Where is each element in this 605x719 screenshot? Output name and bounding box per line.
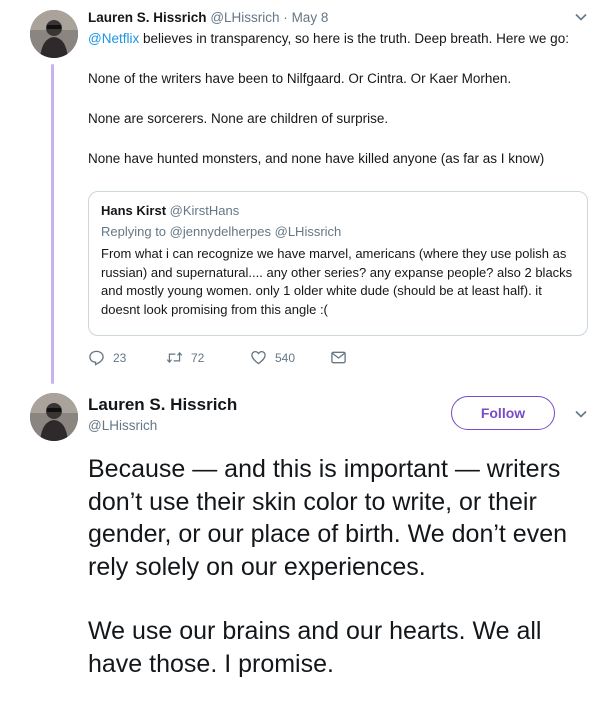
- tweet-text: Because — and this is important — writer…: [88, 453, 593, 712]
- avatar[interactable]: [30, 393, 78, 441]
- author-handle[interactable]: @LHissrich: [210, 10, 279, 25]
- like-button[interactable]: 540: [250, 349, 330, 366]
- reply-count: 23: [113, 350, 127, 365]
- chevron-down-icon[interactable]: [574, 407, 588, 424]
- avatar-image: [30, 393, 78, 441]
- tweet-paragraph: None have hunted monsters, and none have…: [88, 151, 545, 166]
- tweet-paragraph: None are sorcerers. None are children of…: [88, 111, 389, 126]
- author-handle[interactable]: @LHissrich: [88, 418, 157, 433]
- replying-to: Replying to @jennydelherpes @LHissrich: [101, 224, 342, 239]
- direct-message-button[interactable]: [330, 349, 347, 366]
- tweet-line-1-text: believes in transparency, so here is the…: [139, 31, 569, 46]
- retweet-button[interactable]: 72: [166, 349, 250, 366]
- retweet-icon: [166, 351, 183, 364]
- retweet-count: 72: [191, 350, 205, 365]
- thread-line: [51, 64, 54, 384]
- direct-message-icon: [331, 351, 346, 364]
- separator: ·: [283, 10, 288, 25]
- tweet-actions: 23 72 540: [88, 349, 347, 366]
- author-name[interactable]: Lauren S. Hissrich: [88, 10, 207, 25]
- tweet-paragraph: Because — and this is important — writer…: [88, 455, 568, 581]
- tweet-paragraph: None of the writers have been to Nilfgaa…: [88, 71, 512, 86]
- like-count: 540: [275, 350, 296, 365]
- quoted-text: From what i can recognize we have marvel…: [101, 246, 573, 317]
- quoted-author-name: Hans Kirst: [101, 203, 167, 218]
- tweet-header: Lauren S. Hissrich @LHissrich · May 8: [88, 10, 328, 25]
- author-name[interactable]: Lauren S. Hissrich: [88, 395, 237, 415]
- quoted-author-handle: @KirstHans: [169, 203, 240, 218]
- like-icon: [251, 350, 266, 365]
- tweet-paragraph: We use our brains and our hearts. We all…: [88, 617, 542, 678]
- tweet-date[interactable]: May 8: [292, 10, 329, 25]
- reply-button[interactable]: 23: [88, 349, 166, 366]
- quoted-tweet[interactable]: Hans Kirst @KirstHans Replying to @jenny…: [88, 191, 588, 336]
- chevron-down-icon[interactable]: [574, 10, 588, 27]
- reply-icon: [89, 350, 104, 366]
- tweet-text: @Netflix believes in transparency, so he…: [88, 29, 583, 189]
- quoted-header: Hans Kirst @KirstHans: [101, 203, 575, 218]
- avatar-image: [30, 10, 78, 58]
- avatar[interactable]: [30, 10, 78, 58]
- mention-link[interactable]: @Netflix: [88, 31, 139, 46]
- tweet-line-1: @Netflix believes in transparency, so he…: [88, 29, 583, 48]
- follow-button[interactable]: Follow: [451, 396, 555, 430]
